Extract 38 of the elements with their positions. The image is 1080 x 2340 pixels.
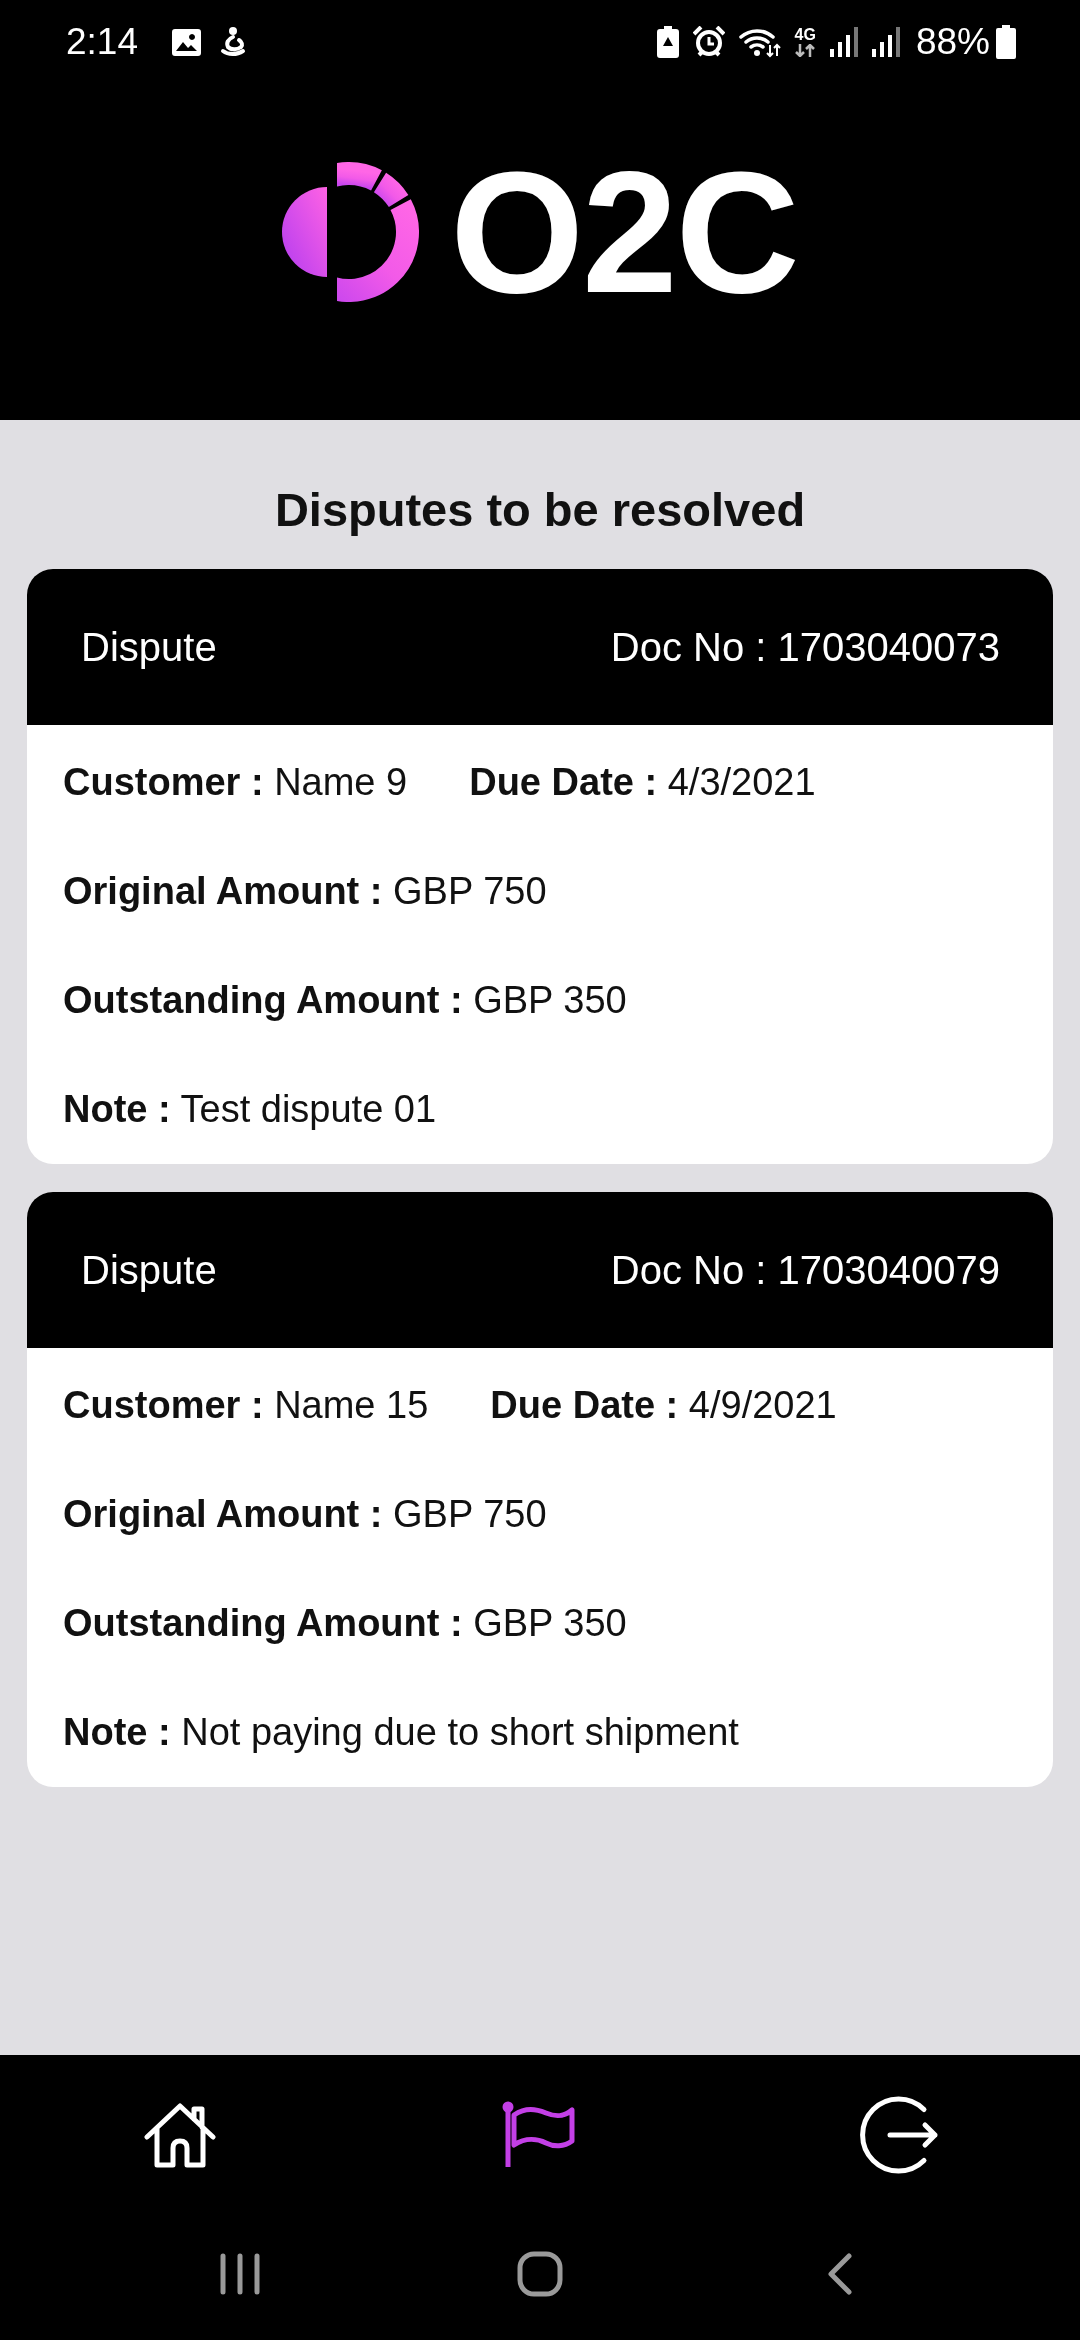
doc-number: Doc No : 1703040073 — [610, 624, 1000, 670]
detail-text: Due Date : 4/3/2021 — [469, 761, 816, 804]
alarm-icon — [692, 26, 725, 58]
clock-time: 2:14 — [66, 21, 138, 63]
detail-text: Due Date : 4/9/2021 — [490, 1384, 837, 1427]
logo-icon — [282, 162, 421, 302]
logout-button[interactable] — [860, 2096, 940, 2174]
detail-text: Outstanding Amount : GBP 350 — [63, 979, 627, 1022]
logout-icon — [860, 2096, 940, 2174]
recent-apps-icon[interactable] — [219, 2252, 261, 2295]
battery-percentage: 88% — [915, 21, 990, 63]
back-icon[interactable] — [827, 2252, 853, 2295]
image-icon — [172, 28, 201, 56]
detail-text: Customer : Name 9 — [63, 761, 408, 804]
wifi-icon — [738, 26, 781, 58]
network-type-label: 4G — [794, 27, 816, 43]
doc-number: Doc No : 1703040079 — [610, 1247, 1000, 1293]
card-title: Dispute — [81, 624, 217, 670]
battery-icon — [996, 25, 1016, 59]
data-arrows-icon — [795, 44, 816, 57]
signal-icon — [871, 27, 900, 57]
home-button[interactable] — [144, 2101, 216, 2169]
detail-text: Original Amount : GBP 750 — [63, 870, 547, 913]
system-home-icon[interactable] — [517, 2250, 563, 2297]
card-title: Dispute — [81, 1247, 217, 1293]
detail-text: Original Amount : GBP 750 — [63, 1493, 547, 1536]
home-icon — [144, 2101, 216, 2169]
logo-text: O2C — [450, 146, 798, 318]
figure-icon — [219, 27, 246, 57]
page-title: Disputes to be resolved — [273, 482, 807, 538]
signal-icon — [829, 27, 858, 57]
battery-saver-icon — [656, 26, 679, 58]
disputes-button[interactable] — [502, 2101, 578, 2169]
detail-text: Outstanding Amount : GBP 350 — [63, 1602, 627, 1645]
detail-text: Customer : Name 15 — [63, 1384, 429, 1427]
detail-text: Note : Not paying due to short shipment — [63, 1711, 739, 1754]
detail-text: Note : Test dispute 01 — [63, 1088, 437, 1131]
flag-icon — [502, 2101, 578, 2169]
